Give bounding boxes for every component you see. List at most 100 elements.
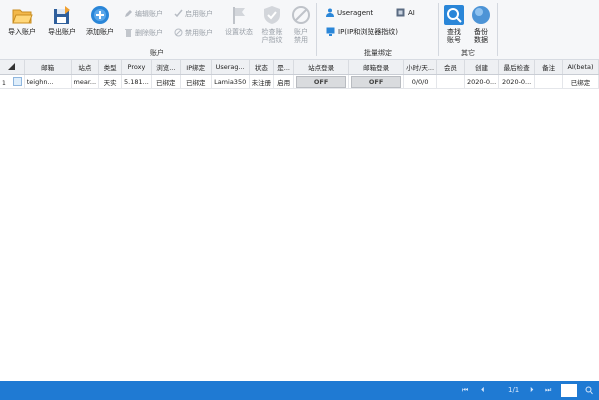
table-row[interactable]: 1 teighn... mear... 天实 5.181... 已绑定 已绑定 … (0, 74, 599, 89)
last-page-button[interactable]: ⏭ (545, 385, 551, 396)
check-fingerprint-button[interactable]: 检查账户指纹 (259, 4, 285, 44)
page-indicator: 1/1 (508, 386, 520, 394)
column-header-note[interactable]: 备注 (534, 60, 563, 75)
column-header-created[interactable]: 创建 (464, 60, 500, 75)
column-header-type[interactable]: 类型 (98, 60, 123, 75)
column-header-enabled[interactable]: 是... (273, 60, 295, 75)
find-account-button[interactable]: 查找账号 (442, 4, 466, 44)
next-page-button[interactable]: ⏵ (530, 385, 534, 396)
proxy-cell: 5.181... (121, 74, 152, 89)
ip-bind-cell: 已绑定 (180, 74, 212, 89)
type-cell: 天实 (98, 74, 123, 89)
export-accounts-label: 导出账户 (48, 28, 76, 36)
ribbon-separator (497, 3, 498, 56)
search-icon (443, 4, 465, 26)
import-accounts-label: 导入账户 (8, 28, 36, 36)
save-export-icon (51, 4, 73, 26)
site-login-toggle[interactable]: OFF (296, 75, 347, 88)
ai-cell: 已绑定 (562, 74, 599, 89)
set-status-label: 设置状态 (225, 28, 253, 36)
prohibit-icon (290, 4, 312, 26)
member-cell (436, 74, 465, 89)
row-number-cell: 1 (0, 74, 25, 89)
first-page-button[interactable]: ⏮ (462, 385, 468, 396)
last-check-cell: 2020-0... (498, 74, 536, 89)
column-header-site[interactable]: 站点 (71, 60, 100, 75)
column-header-member[interactable]: 会员 (436, 60, 465, 75)
account-group: 导入账户 导出账户 添加账户 编辑账户 启用账户 删除账户 禁用账户 设置状态 … (0, 0, 314, 59)
ai-button[interactable]: AI (396, 7, 415, 19)
other-group-title: 其它 (461, 49, 475, 57)
trash-icon (124, 28, 133, 37)
enable-account-label: 启用账户 (185, 10, 213, 18)
ai-label: AI (408, 9, 415, 17)
batch-bind-group-title: 批量绑定 (364, 49, 392, 57)
created-cell: 2020-0... (464, 74, 500, 89)
edit-account-label: 编辑账户 (135, 10, 163, 18)
browser-cell: 已绑定 (151, 74, 181, 89)
column-header-mail-login[interactable]: 邮箱登录 (348, 60, 405, 75)
mail-login-cell: OFF (348, 74, 405, 89)
row-number: 1 (2, 79, 6, 87)
block-icon (174, 28, 183, 37)
column-header-per-hour[interactable]: 小时/天... (403, 60, 438, 75)
disable-account-button[interactable]: 禁用账户 (174, 27, 213, 39)
enabled-cell: 启用 (273, 74, 295, 89)
site-login-cell: OFF (293, 74, 350, 89)
add-account-label: 添加账户 (86, 28, 114, 36)
column-header-select-all[interactable] (0, 60, 25, 75)
account-disable-big-button[interactable]: 账户禁用 (289, 4, 313, 44)
column-header-email[interactable]: 邮箱 (24, 60, 72, 75)
set-status-button[interactable]: 设置状态 (224, 4, 254, 36)
mail-login-toggle[interactable]: OFF (351, 75, 402, 88)
useragent-button[interactable]: Useragent (326, 7, 373, 19)
import-accounts-button[interactable]: 导入账户 (4, 4, 40, 36)
status-cell: 未注册 (249, 74, 275, 89)
enable-account-button[interactable]: 启用账户 (174, 8, 213, 20)
column-header-site-login[interactable]: 站点登录 (293, 60, 350, 75)
edit-account-button[interactable]: 编辑账户 (124, 8, 163, 20)
column-header-ip-bind[interactable]: IP绑定 (180, 60, 212, 75)
accounts-table: 邮箱 站点 类型 Proxy 浏览... IP绑定 Userag... 状态 是… (0, 60, 599, 89)
column-header-proxy[interactable]: Proxy (121, 60, 152, 75)
check-fingerprint-label: 检查账户指纹 (261, 28, 283, 44)
export-accounts-button[interactable]: 导出账户 (44, 4, 80, 36)
column-header-status[interactable]: 状态 (249, 60, 275, 75)
column-header-last-check[interactable]: 最后检查 (498, 60, 536, 75)
add-account-button[interactable]: 添加账户 (83, 4, 117, 36)
row-checkbox[interactable] (12, 76, 22, 86)
delete-account-button[interactable]: 删除账户 (124, 27, 163, 39)
ribbon-separator (316, 3, 317, 56)
folder-open-icon (11, 4, 33, 26)
sort-triangle-icon (8, 62, 16, 72)
user-icon (326, 8, 334, 21)
flag-icon (228, 4, 250, 26)
useragent-label: Useragent (337, 9, 374, 17)
backup-data-label: 备份数据 (474, 28, 488, 44)
account-group-title: 账户 (150, 49, 164, 57)
email-cell: teighn... (24, 74, 72, 89)
disable-account-label: 禁用账户 (185, 29, 213, 37)
page-search-icon[interactable] (585, 386, 593, 397)
accounts-grid: 邮箱 站点 类型 Proxy 浏览... IP绑定 Userag... 状态 是… (0, 60, 599, 89)
monitor-icon (326, 27, 335, 40)
page-number-input[interactable] (561, 384, 577, 397)
find-account-label: 查找账号 (447, 28, 461, 44)
ai-chip-icon (396, 8, 405, 21)
batch-bind-group: Useragent AI IP(IP和浏览器指纹) 批量绑定 (318, 0, 438, 59)
column-header-ai[interactable]: AI(beta) (562, 60, 599, 75)
account-disable-big-label: 账户禁用 (294, 28, 308, 44)
prev-page-button[interactable]: ⏴ (481, 385, 485, 396)
shield-icon (261, 4, 283, 26)
check-icon (174, 9, 183, 18)
column-header-useragent[interactable]: Userag... (211, 60, 250, 75)
useragent-cell: Lamia350 (211, 74, 250, 89)
ip-bind-button[interactable]: IP(IP和浏览器指纹) (326, 26, 398, 38)
table-header-row: 邮箱 站点 类型 Proxy 浏览... IP绑定 Userag... 状态 是… (0, 60, 599, 75)
ip-bind-label: IP(IP和浏览器指纹) (338, 28, 399, 36)
per-hour-cell: 0/0/0 (403, 74, 438, 89)
backup-globe-icon (470, 4, 492, 26)
plus-circle-icon (89, 4, 111, 26)
backup-data-button[interactable]: 备份数据 (469, 4, 493, 44)
column-header-browser[interactable]: 浏览... (151, 60, 181, 75)
